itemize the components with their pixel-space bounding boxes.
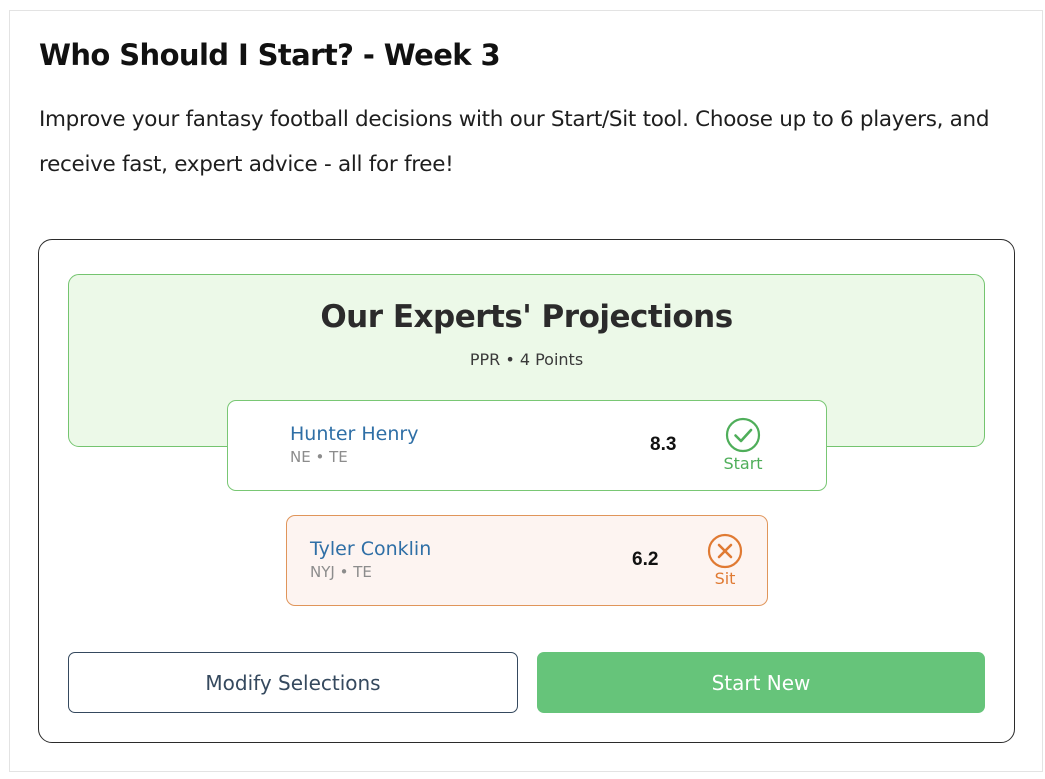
player-team-position: NYJ • TE: [310, 563, 372, 581]
scoring-format: PPR • 4 Points: [469, 350, 584, 369]
check-circle-icon: [725, 417, 761, 453]
start-new-button[interactable]: Start New: [537, 652, 985, 713]
page-title: Who Should I Start? - Week 3: [39, 38, 501, 72]
player-name-link[interactable]: Tyler Conklin: [310, 538, 431, 560]
intro-text: Improve your fantasy football decisions …: [39, 107, 990, 177]
modify-selections-button[interactable]: Modify Selections: [68, 652, 518, 713]
projected-points: 6.2: [632, 549, 659, 570]
x-circle-icon: [707, 533, 743, 569]
player-team-position: NE • TE: [290, 448, 348, 466]
player-name-link[interactable]: Hunter Henry: [290, 423, 418, 445]
projections-title: Our Experts' Projections: [320, 299, 733, 335]
projected-points: 8.3: [650, 434, 677, 455]
player-card-sit: Tyler Conklin NYJ • TE 6.2 Sit: [286, 515, 768, 606]
verdict-label-sit: Sit: [714, 569, 736, 588]
player-card-start: Hunter Henry NE • TE 8.3 Start: [227, 400, 827, 491]
verdict-label-start: Start: [723, 454, 763, 473]
